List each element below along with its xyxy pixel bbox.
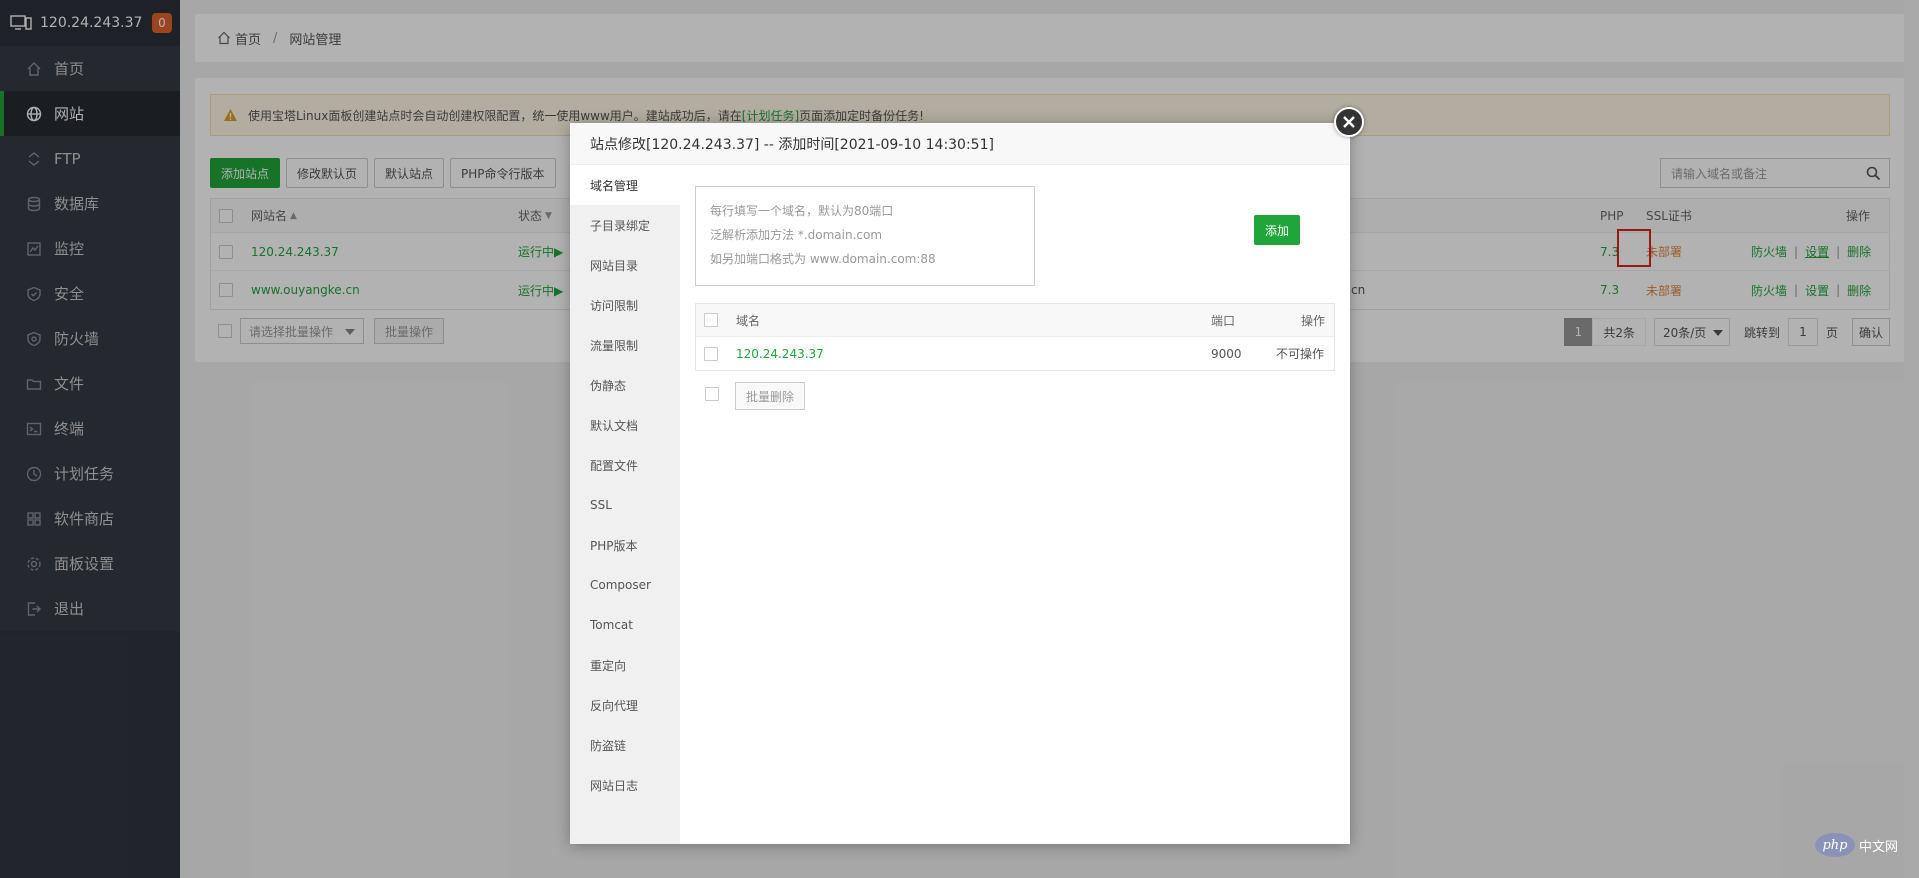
- header-domain-ops: 操作: [1301, 313, 1326, 328]
- domain-select-all-checkbox[interactable]: [704, 313, 718, 327]
- textarea-hint-line: 泛解析添加方法 *.domain.com: [710, 228, 883, 242]
- tab-subdirectory-binding[interactable]: 子目录绑定: [570, 205, 680, 245]
- tab-site-directory[interactable]: 网站目录: [570, 245, 680, 285]
- watermark: php 中文网: [1815, 833, 1910, 857]
- tab-rewrite[interactable]: 伪静态: [570, 365, 680, 405]
- tab-composer[interactable]: Composer: [570, 565, 680, 605]
- tab-site-log[interactable]: 网站日志: [570, 765, 680, 805]
- close-icon: [1343, 116, 1355, 128]
- header-port: 端口: [1211, 313, 1236, 328]
- tab-config-file[interactable]: 配置文件: [570, 445, 680, 485]
- dialog-body: 每行填写一个域名，默认为80端口 泛解析添加方法 *.domain.com 如另…: [680, 165, 1350, 844]
- site-edit-dialog: 站点修改[120.24.243.37] -- 添加时间[2021-09-10 1…: [570, 107, 1364, 844]
- domain-name-link[interactable]: 120.24.243.37: [736, 337, 824, 370]
- tab-access-restriction[interactable]: 访问限制: [570, 285, 680, 325]
- dialog-nav: 域名管理 子目录绑定 网站目录 访问限制 流量限制 伪静态 默认文档 配置文件 …: [570, 165, 680, 844]
- tab-tomcat[interactable]: Tomcat: [570, 605, 680, 645]
- domain-table-header: 域名 端口 操作: [696, 304, 1334, 337]
- domain-port: 9000: [1211, 346, 1242, 361]
- tab-hotlink-protection[interactable]: 防盗链: [570, 725, 680, 765]
- dialog-title: 站点修改[120.24.243.37] -- 添加时间[2021-09-10 1…: [570, 123, 1350, 165]
- domain-textarea[interactable]: 每行填写一个域名，默认为80端口 泛解析添加方法 *.domain.com 如另…: [695, 186, 1035, 286]
- dialog-close-button[interactable]: [1334, 107, 1364, 137]
- domain-table: 域名 端口 操作 120.24.243.37 9000 不可操作: [695, 303, 1335, 371]
- bulk-delete-checkbox[interactable]: [705, 387, 719, 401]
- tab-redirect[interactable]: 重定向: [570, 645, 680, 685]
- add-domain-button[interactable]: 添加: [1254, 215, 1300, 245]
- tab-domain-management[interactable]: 域名管理: [570, 165, 680, 205]
- header-domain: 域名: [736, 313, 761, 328]
- watermark-text: 中文网: [1859, 839, 1899, 855]
- domain-row-checkbox[interactable]: [704, 346, 718, 361]
- tab-reverse-proxy[interactable]: 反向代理: [570, 685, 680, 725]
- domain-ops-text: 不可操作: [1276, 347, 1325, 361]
- tab-ssl[interactable]: SSL: [570, 485, 680, 525]
- textarea-hint-line: 每行填写一个域名，默认为80端口: [710, 204, 894, 218]
- tab-traffic-limit[interactable]: 流量限制: [570, 325, 680, 365]
- textarea-hint-line: 如另加端口格式为 www.domain.com:88: [710, 252, 936, 266]
- tab-php-version[interactable]: PHP版本: [570, 525, 680, 565]
- tab-default-document[interactable]: 默认文档: [570, 405, 680, 445]
- domain-row: 120.24.243.37 9000 不可操作: [696, 337, 1334, 370]
- bulk-delete-button[interactable]: 批量删除: [735, 382, 806, 410]
- watermark-logo: php: [1815, 833, 1855, 857]
